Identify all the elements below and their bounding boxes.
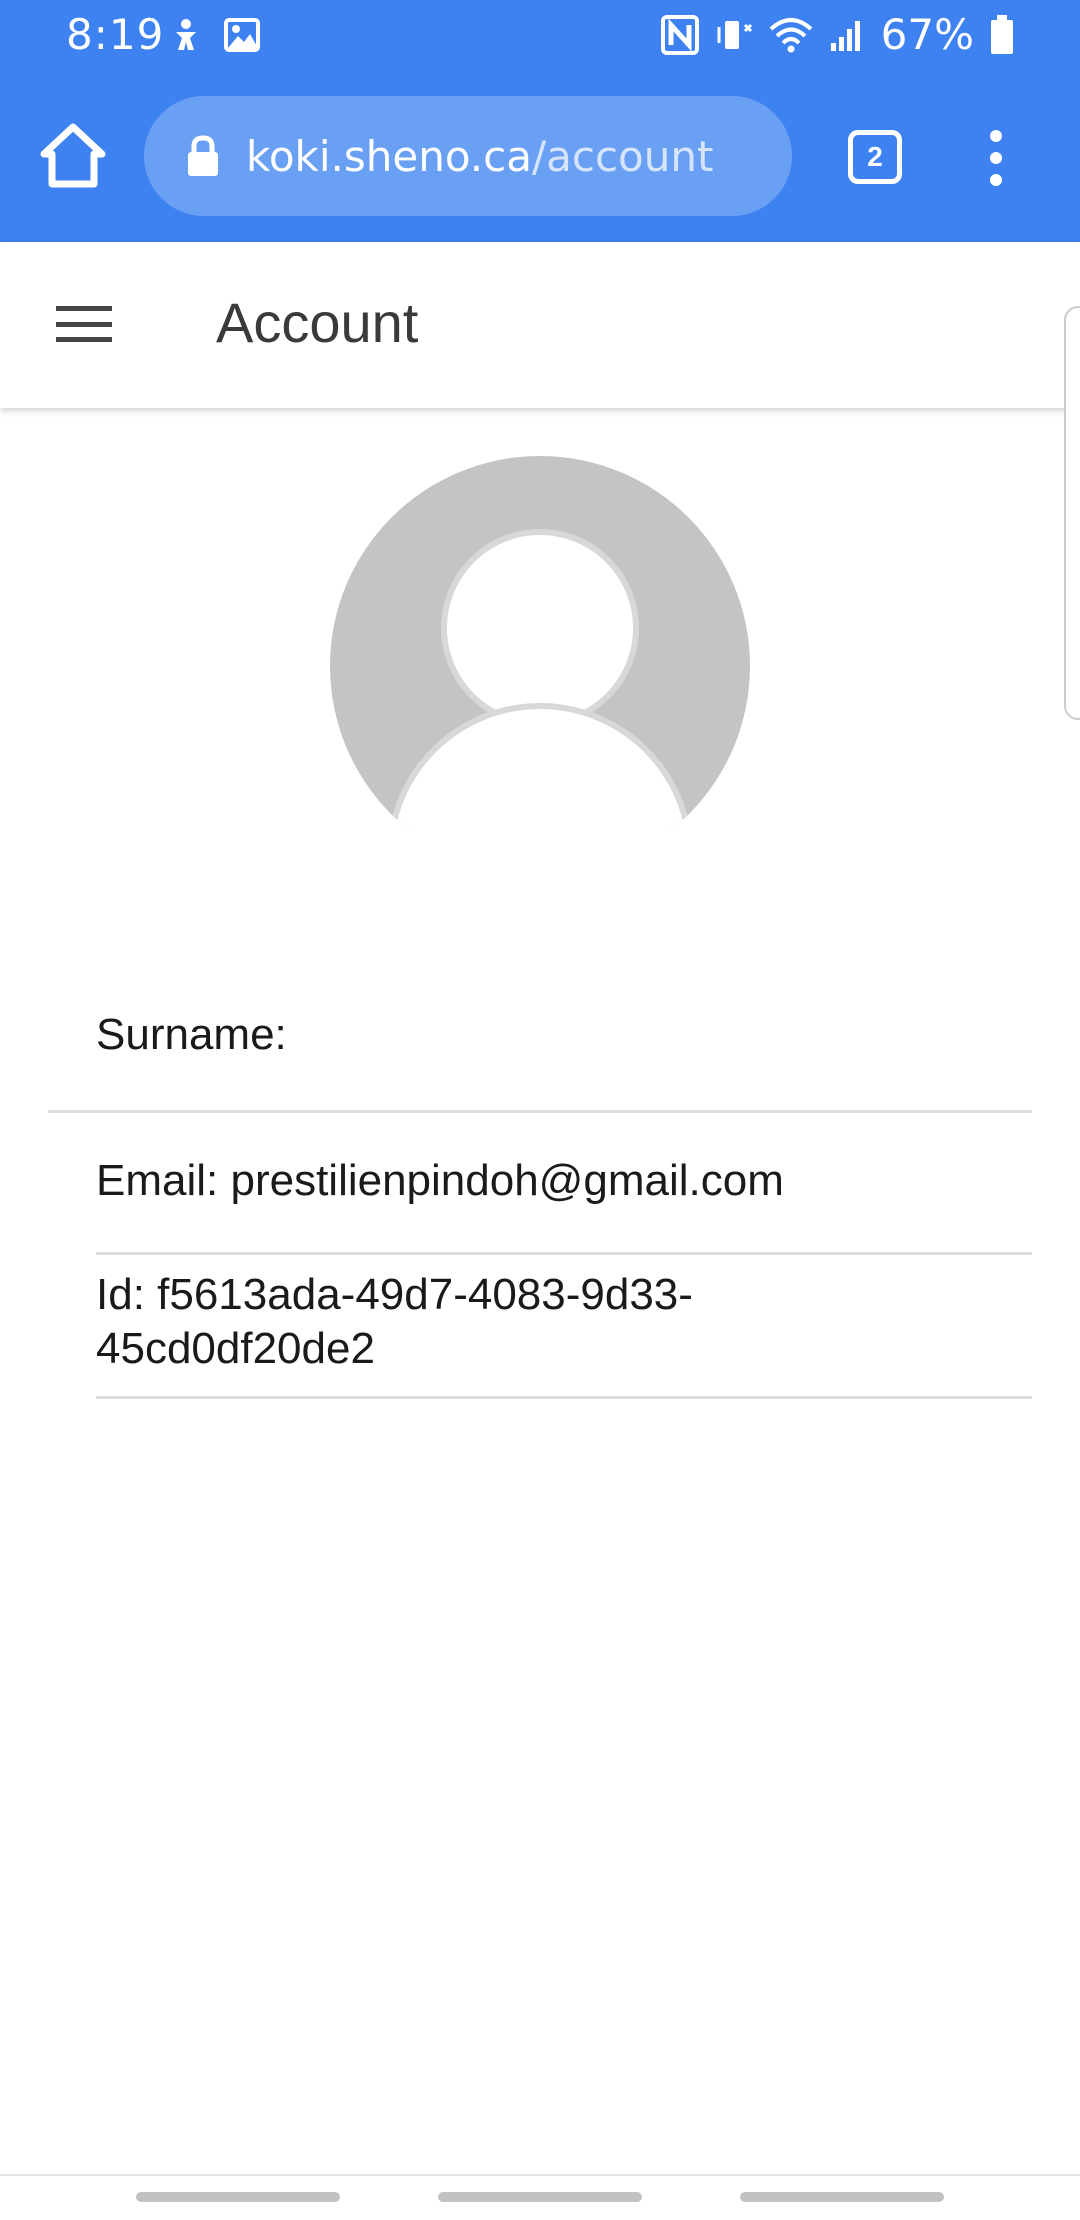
page-title: Account [216, 291, 419, 354]
hamburger-menu-icon[interactable] [56, 306, 112, 342]
nav-recents-button[interactable] [136, 2192, 340, 2202]
id-line-2: 45cd0df20de2 [96, 1324, 375, 1373]
url-text: koki.sheno.ca/account [246, 132, 713, 181]
avatar [330, 456, 750, 876]
browser-chrome: 8:19 67% koki.sheno.ca/account 2 [0, 0, 1080, 242]
more-menu-icon[interactable] [976, 128, 1016, 188]
app-bar: Account [0, 242, 1080, 408]
edge-panel-handle[interactable] [1064, 306, 1080, 720]
signal-icon [830, 20, 860, 51]
accessibility-icon [176, 19, 196, 50]
tab-switcher-button[interactable]: 2 [848, 130, 902, 184]
id-field: Id: f5613ada-49d7-4083-9d33- 45cd0df20de… [96, 1268, 1032, 1376]
status-time: 8:19 [66, 10, 165, 59]
email-field: Email: prestilienpindoh@gmail.com [96, 1156, 784, 1205]
lock-icon [188, 135, 218, 176]
battery-percent: 67% [880, 10, 974, 59]
url-path: /account [531, 131, 714, 181]
url-bar[interactable]: koki.sheno.ca/account [144, 96, 792, 216]
surname-field: Surname: [96, 1010, 287, 1059]
nav-back-button[interactable] [740, 2192, 944, 2202]
id-line-1: Id: f5613ada-49d7-4083-9d33- [96, 1270, 693, 1319]
nav-home-button[interactable] [438, 2192, 642, 2202]
status-right: 67% [660, 10, 1014, 59]
battery-icon [991, 14, 1013, 54]
divider [96, 1396, 1032, 1399]
home-icon[interactable] [38, 122, 108, 188]
divider [48, 1110, 1032, 1113]
status-left-icons [170, 18, 260, 52]
divider [96, 1252, 1032, 1255]
image-icon [224, 18, 260, 52]
nfc-icon [660, 14, 699, 55]
wifi-icon [769, 17, 812, 52]
address-row: koki.sheno.ca/account 2 [0, 92, 1080, 216]
url-domain: koki.sheno.ca [246, 131, 532, 181]
status-bar: 8:19 67% [0, 0, 1080, 72]
vibrate-mute-icon [717, 20, 752, 49]
navigation-bar [0, 2174, 1080, 2176]
